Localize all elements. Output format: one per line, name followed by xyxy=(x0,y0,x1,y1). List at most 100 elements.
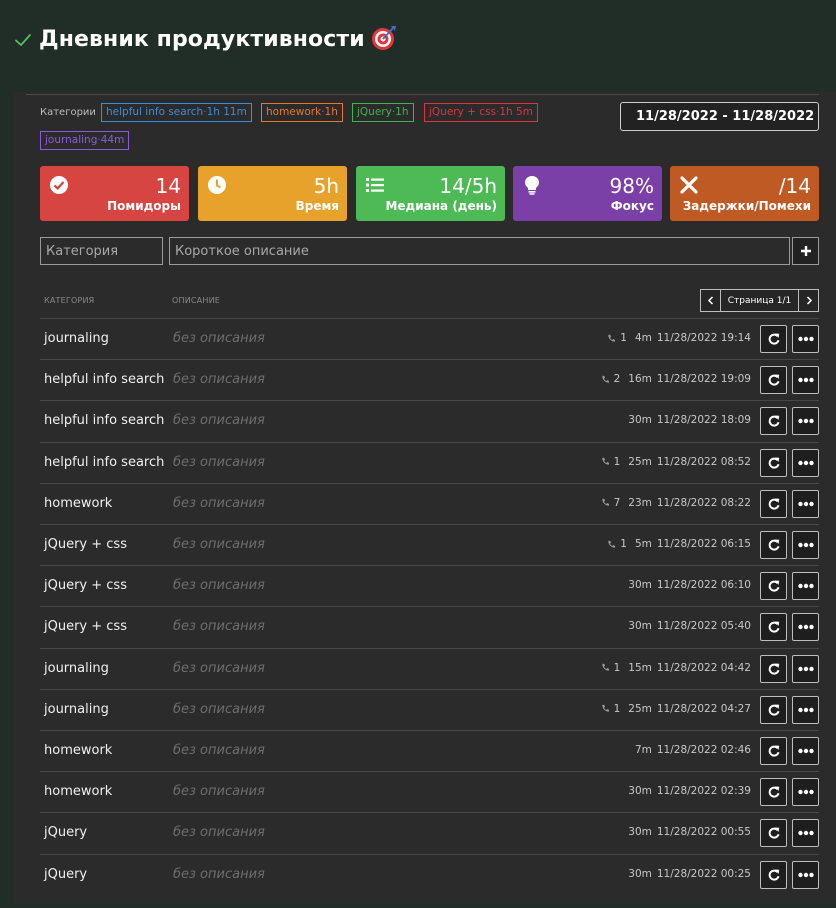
row-meta: 30m 11/28/2022 18:09 xyxy=(628,414,751,426)
row-category: homework xyxy=(44,784,113,800)
row-category: helpful info search xyxy=(44,413,165,429)
more-options-button[interactable] xyxy=(792,654,819,683)
redo-icon xyxy=(768,869,779,881)
row-timestamp: 11/28/2022 08:52 xyxy=(656,455,751,468)
more-options-button[interactable] xyxy=(792,737,819,765)
category-tag[interactable]: journaling·44m xyxy=(40,131,130,150)
stat-value: 5h xyxy=(313,174,339,198)
category-tag[interactable]: helpful info search·1h 11m xyxy=(101,103,252,122)
more-options-button[interactable] xyxy=(792,695,819,724)
restart-button[interactable] xyxy=(760,489,787,518)
restart-button[interactable] xyxy=(760,531,787,559)
row-duration: 15m xyxy=(628,661,652,674)
row-duration: 30m xyxy=(628,785,652,798)
row-meta: 1 4m 11/28/2022 19:14 xyxy=(607,332,751,344)
row-description: без описания xyxy=(173,701,265,717)
row-duration: 25m xyxy=(628,702,652,715)
restart-button[interactable] xyxy=(760,448,787,477)
ellipsis-icon xyxy=(797,625,814,630)
header-description: ОПИСАНИЕ xyxy=(172,296,221,305)
more-options-button[interactable] xyxy=(792,407,819,436)
row-category: journaling xyxy=(44,701,109,717)
redo-icon xyxy=(768,827,779,839)
redo-icon xyxy=(768,374,779,386)
more-options-button[interactable] xyxy=(792,778,819,807)
row-timestamp: 11/28/2022 06:15 xyxy=(656,538,751,550)
restart-button[interactable] xyxy=(760,654,787,683)
row-category: jQuery + css xyxy=(44,619,127,635)
redo-icon xyxy=(768,745,779,757)
row-timestamp: 11/28/2022 06:10 xyxy=(656,579,751,592)
date-range-picker[interactable]: 11/28/2022 - 11/28/2022 xyxy=(620,102,819,131)
prev-page-button[interactable] xyxy=(700,289,721,312)
category-tag-separator: · xyxy=(391,106,396,118)
row-category: homework xyxy=(44,743,113,758)
restart-button[interactable] xyxy=(760,325,787,353)
stat-card: /14 Задержки/Помехи xyxy=(670,166,819,221)
row-category: homework xyxy=(44,495,113,511)
more-options-button[interactable] xyxy=(792,325,819,353)
row-duration: 25m xyxy=(628,455,652,468)
row-duration: 30m xyxy=(628,826,652,839)
redo-icon xyxy=(768,580,779,592)
category-input[interactable] xyxy=(40,237,163,265)
ellipsis-icon xyxy=(797,377,814,383)
table-row: journaling без описания 1 25m 11/28/2022 04:… xyxy=(40,688,819,730)
more-options-button[interactable] xyxy=(792,448,819,477)
ellipsis-icon xyxy=(797,872,814,877)
add-entry-button[interactable] xyxy=(792,237,819,265)
table-row: helpful info search без описания 30m 11/28/… xyxy=(40,400,819,441)
date-range-value: 11/28/2022 - 11/28/2022 xyxy=(636,109,815,124)
table-row: helpful info search без описания 1 25m 11/28… xyxy=(40,441,819,483)
next-page-button[interactable] xyxy=(798,289,819,312)
restart-button[interactable] xyxy=(760,613,787,642)
row-meta: 30m 11/28/2022 02:39 xyxy=(628,785,751,797)
restart-button[interactable] xyxy=(760,572,787,601)
more-options-button[interactable] xyxy=(792,860,819,889)
row-meta: 7 23m 11/28/2022 08:22 xyxy=(601,497,751,509)
row-description: без описания xyxy=(173,660,265,676)
more-options-button[interactable] xyxy=(792,366,819,395)
row-description: без описания xyxy=(173,331,265,346)
row-meta: 1 5m 11/28/2022 06:15 xyxy=(607,538,751,550)
row-duration: 5m xyxy=(634,538,652,550)
ellipsis-icon xyxy=(797,460,814,465)
row-description: без описания xyxy=(173,743,265,758)
restart-button[interactable] xyxy=(760,407,787,436)
ellipsis-icon xyxy=(797,419,814,424)
table-row: homework без описания 7m 11/28/2022 02:46 xyxy=(40,730,819,771)
category-tag-separator: · xyxy=(203,106,207,118)
row-meta: 30m 11/28/2022 00:25 xyxy=(628,868,751,880)
category-tag[interactable]: jQuery + css·1h 5m xyxy=(424,103,538,122)
restart-button[interactable] xyxy=(760,860,787,889)
more-options-button[interactable] xyxy=(792,572,819,601)
row-category: helpful info search xyxy=(44,454,165,470)
row-duration: 30m xyxy=(628,579,652,592)
list-icon xyxy=(366,178,384,192)
more-options-button[interactable] xyxy=(792,613,819,642)
more-options-button[interactable] xyxy=(792,819,819,848)
table-row: homework без описания 7 23m 11/28/2022 08:22 xyxy=(40,482,819,524)
more-options-button[interactable] xyxy=(792,489,819,518)
phone-icon xyxy=(608,334,616,342)
restart-button[interactable] xyxy=(760,366,787,395)
stat-value: 14 xyxy=(155,174,181,198)
row-interruptions: 1 xyxy=(620,332,627,344)
header-category: КАТЕГОРИЯ xyxy=(44,296,95,305)
more-options-button[interactable] xyxy=(792,531,819,559)
restart-button[interactable] xyxy=(760,819,787,848)
row-timestamp: 11/28/2022 19:14 xyxy=(656,332,751,344)
stat-card: 98% Фокус xyxy=(513,166,662,221)
category-tag[interactable]: homework·1h xyxy=(261,103,343,122)
restart-button[interactable] xyxy=(760,778,787,807)
restart-button[interactable] xyxy=(760,737,787,765)
restart-button[interactable] xyxy=(760,695,787,724)
category-tag-time: 1h 5m xyxy=(499,106,533,118)
target-icon xyxy=(371,26,396,50)
table-row: jQuery без описания 30m 11/28/2022 00:25 xyxy=(40,853,819,895)
row-category: jQuery + css xyxy=(44,537,127,552)
description-input[interactable] xyxy=(169,237,790,265)
row-timestamp: 11/28/2022 18:09 xyxy=(656,414,751,427)
category-tag[interactable]: jQuery·1h xyxy=(352,103,414,122)
redo-icon xyxy=(768,457,779,469)
